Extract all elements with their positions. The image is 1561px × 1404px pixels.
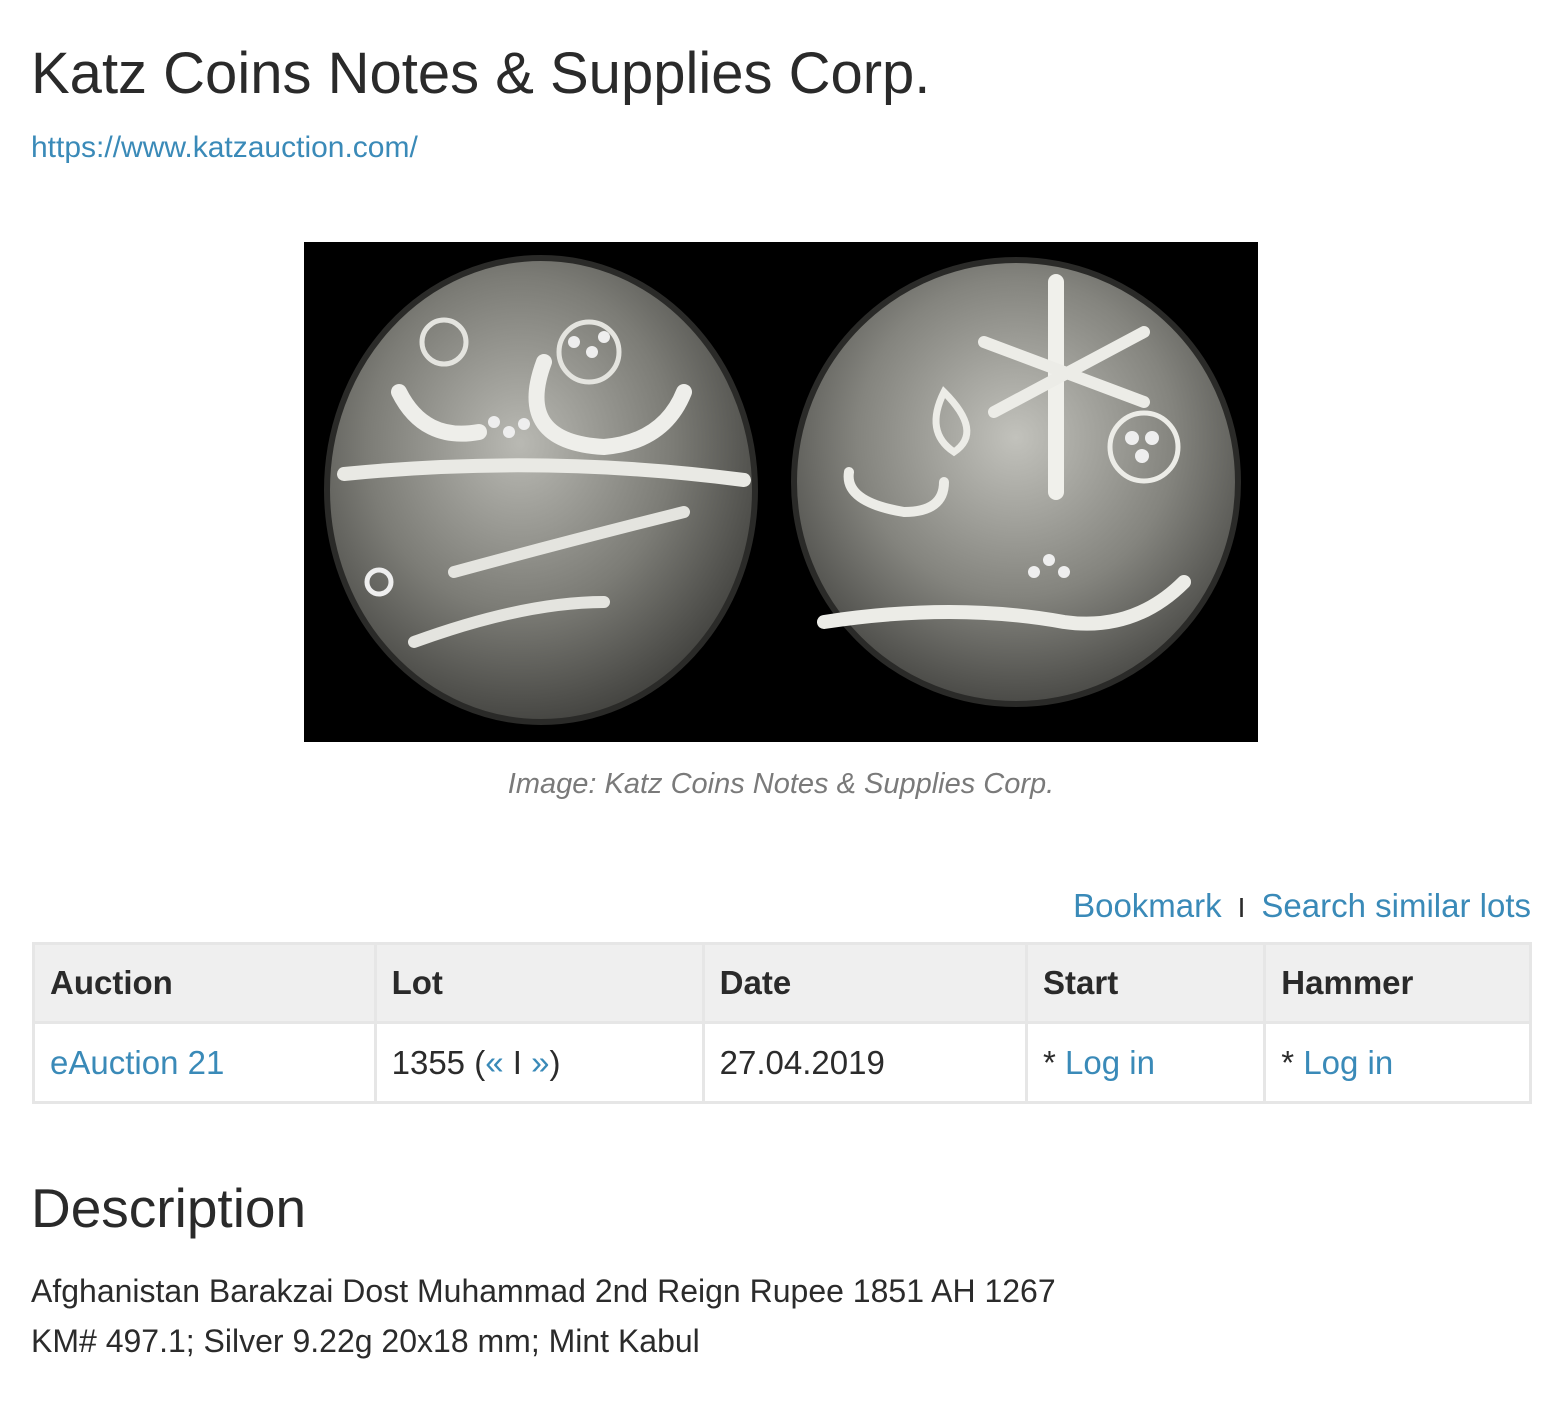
coin-image[interactable] [304, 242, 1258, 742]
lot-nav-separator: I [512, 1043, 522, 1081]
description-heading: Description [31, 1177, 307, 1239]
lot-number: 1355 [391, 1043, 466, 1081]
description-line-2: KM# 497.1; Silver 9.22g 20x18 mm; Mint K… [31, 1323, 700, 1359]
company-title: Katz Coins Notes & Supplies Corp. [31, 41, 931, 106]
hammer-asterisk: * [1281, 1043, 1295, 1081]
header-date: Date [701, 942, 1029, 1024]
start-login-link[interactable]: Log in [1065, 1044, 1155, 1081]
header-hammer: Hammer [1263, 942, 1532, 1024]
start-asterisk: * [1043, 1043, 1056, 1081]
lot-table: Auction Lot Date Start Hammer eAuction 2… [32, 942, 1532, 1104]
lot-nav-open: ( [474, 1043, 486, 1081]
coin-obverse [324, 255, 758, 725]
description-text: Afghanistan Barakzai Dost Muhammad 2nd R… [31, 1266, 1056, 1366]
bookmark-link[interactable]: Bookmark [1073, 887, 1222, 924]
cell-lot: 1355 (« I ») [373, 1021, 705, 1104]
search-similar-lots-link[interactable]: Search similar lots [1261, 887, 1531, 924]
lot-nav-close: ) [549, 1043, 561, 1081]
table-header-row: Auction Lot Date Start Hammer [32, 942, 1532, 1024]
company-website-link[interactable]: https://www.katzauction.com/ [31, 131, 418, 165]
cell-date: 27.04.2019 [701, 1021, 1029, 1104]
header-start: Start [1025, 942, 1267, 1024]
lot-actions: Bookmark I Search similar lots [1073, 887, 1531, 925]
image-caption: Image: Katz Coins Notes & Supplies Corp. [507, 768, 1055, 800]
cell-auction: eAuction 21 [32, 1021, 377, 1104]
next-lot-link[interactable]: » [531, 1044, 549, 1081]
cell-start: * Log in [1025, 1021, 1267, 1104]
description-line-1: Afghanistan Barakzai Dost Muhammad 2nd R… [31, 1273, 1056, 1309]
hammer-login-link[interactable]: Log in [1303, 1044, 1393, 1081]
previous-lot-link[interactable]: « [485, 1044, 503, 1081]
header-lot: Lot [373, 942, 705, 1024]
coin-image-graphic [304, 242, 1258, 742]
coin-reverse [791, 257, 1241, 707]
header-auction: Auction [32, 942, 377, 1024]
table-row: eAuction 21 1355 (« I ») 27.04.2019 * Lo… [32, 1021, 1532, 1104]
cell-hammer: * Log in [1263, 1021, 1532, 1104]
auction-link[interactable]: eAuction 21 [50, 1044, 224, 1081]
actions-separator: I [1237, 892, 1246, 923]
